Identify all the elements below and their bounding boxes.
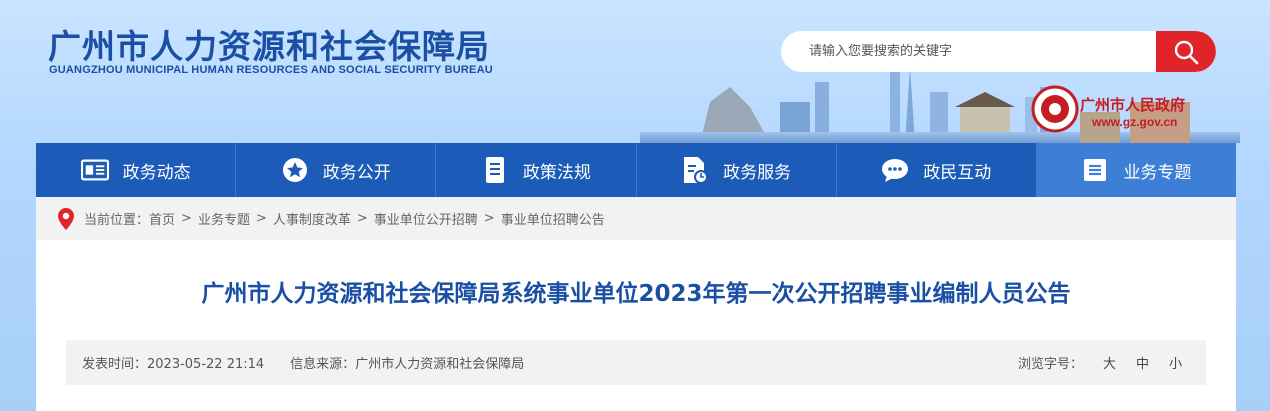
list-icon <box>1081 156 1109 184</box>
site-title[interactable]: 广州市人力资源和社会保障局 <box>48 20 490 68</box>
breadcrumb-separator: > <box>181 211 192 226</box>
search-button[interactable] <box>1156 31 1216 72</box>
font-size-controls: 浏览字号： 大 中 小 <box>1018 353 1206 372</box>
publish-time: 发表时间：2023-05-22 21:14 <box>82 353 264 372</box>
font-size-small-button[interactable]: 小 <box>1169 353 1182 372</box>
breadcrumb-recruitment-notice[interactable]: 事业单位招聘公告 <box>501 209 605 228</box>
newspaper-icon <box>80 156 109 184</box>
font-size-large-button[interactable]: 大 <box>1103 353 1116 372</box>
nav-item-interaction[interactable]: 政民互动 <box>837 143 1037 197</box>
nav-item-policy[interactable]: 政策法规 <box>436 143 637 197</box>
breadcrumb-topics[interactable]: 业务专题 <box>198 209 250 228</box>
service-doc-icon <box>681 156 709 184</box>
nav-item-news[interactable]: 政务动态 <box>36 143 237 197</box>
article-meta: 发表时间：2023-05-22 21:14 信息来源：广州市人力资源和社会保障局… <box>66 340 1206 385</box>
document-icon <box>481 156 509 184</box>
gov-url[interactable]: www.gz.gov.cn <box>1092 115 1177 129</box>
star-icon <box>281 156 309 184</box>
search-box <box>781 31 1216 72</box>
search-icon <box>1174 40 1199 64</box>
breadcrumb-home[interactable]: 首页 <box>149 209 175 228</box>
breadcrumb: 当前位置： 首页 > 业务专题 > 人事制度改革 > 事业单位公开招聘 > 事业… <box>36 197 1236 240</box>
publish-label: 发表时间： <box>82 357 148 372</box>
info-source: 信息来源：广州市人力资源和社会保障局 <box>290 353 524 372</box>
nav-item-topics[interactable]: 业务专题 <box>1036 143 1237 197</box>
location-pin-icon <box>58 207 74 230</box>
breadcrumb-separator: > <box>356 211 368 226</box>
breadcrumb-separator: > <box>255 211 267 226</box>
nav-label: 政民互动 <box>923 162 992 183</box>
article-content: 广州市人力资源和社会保障局系统事业单位2023年第一次公开招聘事业编制人员公告 … <box>36 240 1236 411</box>
search-input[interactable] <box>781 31 1156 72</box>
font-size-medium-button[interactable]: 中 <box>1136 353 1149 372</box>
breadcrumb-public-recruitment[interactable]: 事业单位公开招聘 <box>374 209 478 228</box>
chat-icon <box>881 156 909 184</box>
breadcrumb-prefix: 当前位置： <box>84 213 150 228</box>
site-subtitle: GUANGZHOU MUNICIPAL HUMAN RESOURCES AND … <box>49 64 493 76</box>
main-nav: 政务动态 政务公开 政策法规 政务服务 政民互动 业务专题 <box>36 143 1237 197</box>
nav-item-services[interactable]: 政务服务 <box>637 143 837 197</box>
breadcrumb-hr-reform[interactable]: 人事制度改革 <box>273 209 351 228</box>
nav-label: 政策法规 <box>522 162 591 183</box>
publish-value: 2023-05-22 21:14 <box>147 357 265 372</box>
nav-label: 业务专题 <box>1123 162 1192 183</box>
gov-name[interactable]: 广州市人民政府 <box>1080 94 1185 115</box>
source-value: 广州市人力资源和社会保障局 <box>355 357 525 372</box>
nav-label: 政务公开 <box>322 162 391 183</box>
nav-item-disclosure[interactable]: 政务公开 <box>236 143 437 197</box>
nav-label: 政务服务 <box>723 162 792 183</box>
site-header: 广州市人力资源和社会保障局 GUANGZHOU MUNICIPAL HUMAN … <box>0 0 1270 143</box>
breadcrumb-separator: > <box>483 211 495 226</box>
article-title: 广州市人力资源和社会保障局系统事业单位2023年第一次公开招聘事业编制人员公告 <box>201 281 1071 307</box>
source-label: 信息来源： <box>290 357 356 372</box>
font-size-label: 浏览字号： <box>1017 357 1083 372</box>
nav-label: 政务动态 <box>122 162 191 183</box>
